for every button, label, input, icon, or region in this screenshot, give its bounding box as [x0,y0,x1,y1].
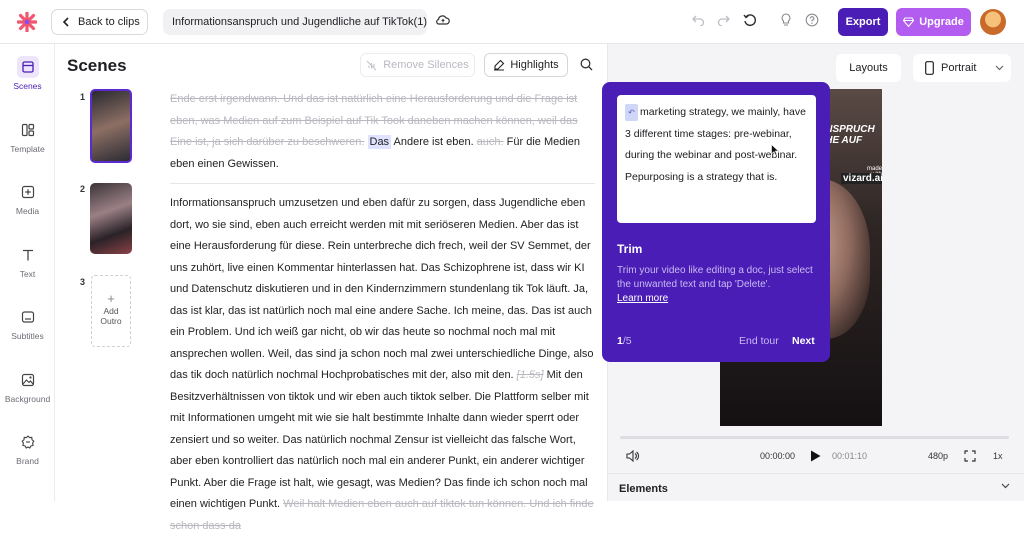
vizard-logo-icon [17,12,37,32]
vizard-watermark: vizard.ai [841,173,882,184]
pause-marker[interactable]: [1.5s] [517,369,544,381]
undo-icon[interactable] [692,14,705,26]
transcript-text[interactable]: Andere ist eben. [391,136,477,148]
end-tour-button[interactable]: End tour [739,335,779,347]
redo-icon[interactable] [717,14,730,26]
tour-description: Trim your video like editing a doc, just… [617,264,817,306]
chevron-down-icon [1001,483,1010,489]
next-button[interactable]: Next [792,335,815,347]
tips-bulb-icon[interactable] [780,13,792,27]
sidebar-item-subtitles[interactable]: Subtitles [0,306,55,341]
transcript-editor[interactable]: Ende erst irgendwann. Und das ist natürl… [170,89,595,537]
scene-number: 2 [80,184,86,194]
playback-speed[interactable]: 1x [993,451,1003,461]
sidebar-item-label: Subtitles [11,331,44,341]
help-icon[interactable] [805,13,819,27]
scene-number: 1 [80,92,86,102]
transcript-text[interactable]: Informationsanspruch umzusetzen und eben… [170,197,594,381]
tour-title: Trim [617,242,643,256]
scene-number: 3 [80,277,86,287]
onboarding-tour-popover: ↶ marketing strategy, we mainly, have 3 d… [602,82,830,362]
portrait-label: Portrait [941,62,977,74]
background-icon [21,373,34,387]
learn-more-link[interactable]: Learn more [617,293,668,304]
highlights-button[interactable]: Highlights [484,53,568,77]
sidebar-item-background[interactable]: Background [0,369,55,404]
remove-silences-icon [366,60,377,70]
remove-silences-label: Remove Silences [383,59,469,71]
highlighter-icon [494,59,505,71]
add-outro-label: Add Outro [100,306,122,326]
scenes-title: Scenes [67,56,127,75]
search-icon[interactable] [580,58,593,71]
sidebar-item-label: Text [19,269,36,279]
current-time: 00:00:00 [760,451,796,461]
selected-word[interactable]: Das [367,135,392,149]
transcript-text[interactable]: Mit den Besitzverhältnissen von tiktok u… [170,369,589,510]
deleted-text[interactable]: auch. [477,136,504,148]
template-icon [21,123,34,137]
transcript-scene-2[interactable]: Informationsanspruch umzusetzen und eben… [170,193,595,537]
scene-thumbnail-1[interactable] [90,89,132,163]
play-icon[interactable] [810,450,821,462]
layouts-button[interactable]: Layouts [836,54,901,82]
cloud-sync-icon[interactable] [436,14,450,26]
remove-silences-button[interactable]: Remove Silences [360,53,475,77]
aspect-ratio-select[interactable]: Portrait [913,54,1011,82]
diamond-icon [903,17,915,27]
total-time: 00:01:10 [832,451,868,461]
tour-step-total: /5 [622,335,632,347]
tour-step-counter: 1/5 [617,335,632,347]
sidebar-item-label: Template [10,144,45,154]
upgrade-label: Upgrade [919,16,964,28]
sidebar-item-text[interactable]: Text [0,244,55,279]
sidebar-item-brand[interactable]: Brand [0,431,55,466]
highlights-label: Highlights [510,59,559,71]
volume-icon[interactable] [626,450,639,462]
scenes-icon [21,61,34,73]
add-outro-button[interactable]: + Add Outro [91,275,131,347]
phone-portrait-icon [925,61,934,75]
sidebar-item-template[interactable]: Template [0,119,55,154]
mouse-cursor-icon [771,144,779,156]
fullscreen-icon[interactable] [964,450,976,462]
chevron-left-icon [62,17,69,27]
upgrade-button[interactable]: Upgrade [896,8,971,36]
tour-demo-card: ↶ marketing strategy, we mainly, have 3 d… [617,95,816,223]
brand-icon [20,435,35,449]
undo-chip-icon: ↶ [625,103,638,121]
sidebar-item-label: Brand [16,456,39,466]
transcript-scene-1[interactable]: Ende erst irgendwann. Und das ist natürl… [170,89,595,175]
plus-icon: + [107,291,115,306]
sidebar-item-label: Media [15,206,40,216]
subtitles-icon [21,311,34,323]
sidebar-item-label: Background [4,394,51,404]
elements-label: Elements [619,483,668,495]
left-sidebar: Scenes Template Media Text Subtitles Bac… [0,44,55,501]
text-icon [22,249,33,261]
tour-description-text: Trim your video like editing a doc, just… [617,265,813,290]
elements-section[interactable]: Elements [607,473,1024,501]
back-to-clips-button[interactable]: Back to clips [51,9,148,35]
sidebar-item-scenes[interactable]: Scenes [0,56,55,91]
project-title[interactable]: Informationsanspruch und Jugendliche auf… [163,9,427,35]
scene-thumbnail-2[interactable] [90,183,132,254]
top-bar: Back to clips Informationsanspruch und J… [0,0,1024,44]
export-button[interactable]: Export [838,8,888,36]
chevron-down-icon [996,65,1004,71]
sidebar-item-media[interactable]: Media [0,181,55,216]
timeline-scrubber[interactable] [620,436,1009,439]
quality-select[interactable]: 480p [928,451,948,461]
media-icon [21,185,34,199]
sidebar-item-label: Scenes [13,81,42,91]
scene-divider [170,183,595,184]
back-label: Back to clips [78,16,140,28]
reset-icon[interactable] [743,13,757,27]
user-avatar[interactable] [980,9,1006,35]
